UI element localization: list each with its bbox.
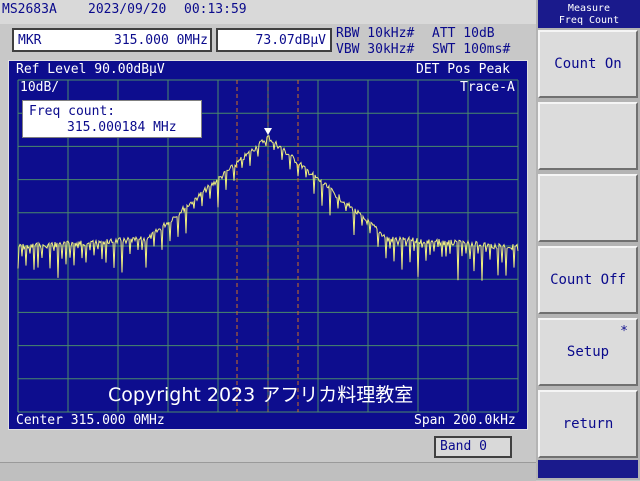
softkey-footer (538, 460, 638, 478)
detector-mode: DET Pos Peak (416, 62, 510, 77)
freq-count-box: Freq count: 315.000184 MHz (22, 100, 202, 138)
softkey-label: Setup (566, 344, 610, 360)
softkey-count-on[interactable]: Count On (538, 30, 638, 98)
softkey-return[interactable]: return (538, 390, 638, 458)
marker-triangle (264, 128, 272, 135)
softkey-star: * (620, 324, 628, 339)
freq-count-value: 315.000184 MHz (67, 120, 177, 135)
copyright-watermark: Copyright 2023 アフリカ料理教室 (108, 384, 414, 406)
softkey-label: Count Off (550, 272, 626, 288)
softkey-label: return (562, 416, 614, 432)
softkey-setup[interactable]: * Setup (538, 318, 638, 386)
center-frequency: Center 315.000 0MHz (16, 413, 165, 428)
softkey-menu-title: Measure Freq Count (538, 0, 640, 28)
scale-per-div: 10dB/ (20, 80, 60, 95)
softkey-menu-title-line2: Freq Count (558, 15, 620, 26)
freq-count-label: Freq count: (29, 104, 116, 119)
softkey-blank-3[interactable] (538, 174, 638, 242)
ref-level: Ref Level 90.00dBμV (16, 62, 165, 77)
bottom-bar (0, 462, 536, 481)
softkey-count-off[interactable]: Count Off (538, 246, 638, 314)
trace-label: Trace-A (460, 80, 515, 95)
softkey-blank-2[interactable] (538, 102, 638, 170)
span-readout: Span 200.0kHz (414, 413, 516, 428)
band-indicator: Band 0 (434, 436, 512, 458)
softkey-label: Count On (554, 56, 622, 72)
softkey-menu-title-line1: Measure (567, 3, 611, 14)
